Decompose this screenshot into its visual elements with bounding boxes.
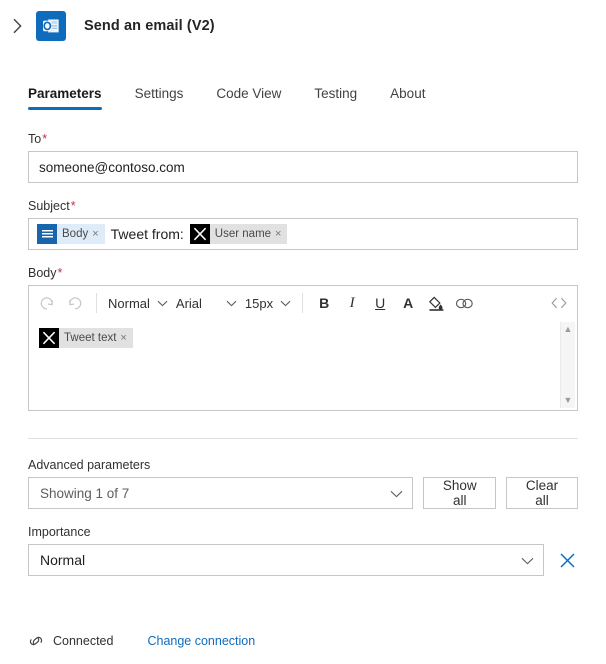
to-label-text: To bbox=[28, 132, 42, 146]
body-label-text: Body bbox=[28, 266, 57, 280]
connection-icon bbox=[28, 634, 44, 648]
body-scrollbar[interactable]: ▲ ▼ bbox=[560, 322, 575, 408]
paragraph-style-select[interactable]: Normal bbox=[104, 290, 172, 316]
subject-static-text: Tweet from: bbox=[110, 226, 184, 242]
token-user-name[interactable]: User name × bbox=[189, 224, 288, 244]
subject-label-text: Subject bbox=[28, 199, 70, 213]
outlook-icon bbox=[36, 11, 66, 41]
rich-text-toolbar: Normal Arial 15px B I U A bbox=[29, 286, 577, 320]
to-input[interactable] bbox=[28, 151, 578, 183]
scroll-up-icon[interactable]: ▲ bbox=[564, 325, 573, 334]
required-asterisk: * bbox=[42, 132, 48, 146]
toolbar-divider bbox=[302, 293, 304, 313]
tab-settings[interactable]: Settings bbox=[135, 86, 184, 110]
undo-button[interactable] bbox=[33, 289, 61, 317]
scroll-down-icon[interactable]: ▼ bbox=[564, 396, 573, 405]
show-all-button[interactable]: Show all bbox=[423, 477, 496, 509]
change-connection-link[interactable]: Change connection bbox=[147, 634, 255, 648]
connection-footer: Connected Change connection bbox=[28, 634, 255, 648]
expand-collapse-button[interactable] bbox=[4, 10, 30, 42]
tab-about[interactable]: About bbox=[390, 86, 425, 110]
undo-icon bbox=[40, 297, 53, 310]
required-asterisk: * bbox=[70, 199, 76, 213]
font-size-select[interactable]: 15px bbox=[241, 290, 295, 316]
font-size-value: 15px bbox=[244, 295, 274, 311]
chevron-right-icon bbox=[12, 18, 22, 34]
token-remove-button[interactable]: × bbox=[120, 328, 132, 348]
token-label: User name bbox=[214, 228, 272, 240]
subject-label: Subject* bbox=[28, 199, 578, 213]
code-brackets-icon bbox=[551, 297, 567, 309]
token-label: Tweet text bbox=[64, 332, 117, 344]
token-body[interactable]: Body × bbox=[37, 224, 105, 244]
italic-button[interactable]: I bbox=[338, 289, 366, 317]
insert-link-button[interactable] bbox=[450, 289, 478, 317]
token-tweet-text[interactable]: Tweet text × bbox=[39, 328, 133, 348]
to-label: To* bbox=[28, 132, 578, 146]
body-content-area[interactable]: Tweet text × ▲ ▼ bbox=[29, 320, 577, 410]
section-divider bbox=[28, 438, 578, 439]
connection-status-text: Connected bbox=[53, 634, 114, 648]
parameters-form: To* Subject* Body × Tweet from: bbox=[0, 132, 606, 576]
advanced-parameters-row: Showing 1 of 7 Show all Clear all bbox=[28, 477, 578, 509]
body-lines-icon bbox=[37, 224, 57, 244]
highlight-button[interactable] bbox=[422, 289, 450, 317]
subject-field-group: Subject* Body × Tweet from: User name × bbox=[28, 199, 578, 250]
importance-group: Importance Normal bbox=[28, 525, 578, 576]
advanced-parameters-group: Advanced parameters Showing 1 of 7 Show … bbox=[28, 458, 578, 509]
advanced-parameters-label: Advanced parameters bbox=[28, 458, 151, 472]
font-family-value: Arial bbox=[175, 295, 202, 311]
subject-input[interactable]: Body × Tweet from: User name × bbox=[28, 218, 578, 250]
token-remove-button[interactable]: × bbox=[92, 224, 104, 244]
rich-text-editor: Normal Arial 15px B I U A Tweet text × ▲… bbox=[28, 285, 578, 411]
importance-row: Normal bbox=[28, 544, 578, 576]
x-twitter-icon bbox=[39, 328, 59, 348]
advanced-parameters-select[interactable]: Showing 1 of 7 bbox=[28, 477, 414, 509]
tab-code-view[interactable]: Code View bbox=[216, 86, 281, 110]
tab-parameters[interactable]: Parameters bbox=[28, 86, 102, 110]
clear-all-button[interactable]: Clear all bbox=[506, 477, 578, 509]
token-remove-button[interactable]: × bbox=[275, 224, 287, 244]
advanced-parameters-value: Showing 1 of 7 bbox=[40, 485, 130, 501]
page-title: Send an email (V2) bbox=[84, 18, 215, 34]
remove-importance-button[interactable] bbox=[556, 549, 578, 571]
bold-button[interactable]: B bbox=[310, 289, 338, 317]
body-field-group: Body* Normal Arial 15px B I U A Tweet te… bbox=[28, 266, 578, 411]
tab-bar: Parameters Settings Code View Testing Ab… bbox=[0, 70, 606, 110]
tab-testing[interactable]: Testing bbox=[314, 86, 357, 110]
underline-button[interactable]: U bbox=[366, 289, 394, 317]
required-asterisk: * bbox=[57, 266, 63, 280]
chevron-down-icon bbox=[157, 300, 168, 307]
body-label: Body* bbox=[28, 266, 578, 280]
x-twitter-icon bbox=[189, 224, 210, 244]
font-color-button[interactable]: A bbox=[394, 289, 422, 317]
chevron-down-icon bbox=[280, 300, 291, 307]
token-label: Body bbox=[62, 228, 89, 240]
importance-value: Normal bbox=[40, 552, 86, 568]
redo-icon bbox=[69, 297, 82, 310]
toolbar-divider bbox=[96, 293, 97, 313]
chevron-down-icon bbox=[390, 486, 403, 501]
highlight-icon bbox=[428, 296, 444, 311]
chevron-down-icon bbox=[226, 300, 237, 307]
paragraph-style-value: Normal bbox=[108, 295, 150, 311]
redo-button[interactable] bbox=[61, 289, 89, 317]
close-icon bbox=[559, 552, 575, 568]
font-family-select[interactable]: Arial bbox=[172, 290, 241, 316]
importance-select[interactable]: Normal bbox=[28, 544, 544, 576]
link-icon bbox=[455, 298, 473, 308]
chevron-down-icon bbox=[521, 553, 534, 568]
importance-label: Importance bbox=[28, 525, 91, 539]
code-view-button[interactable] bbox=[545, 289, 573, 317]
panel-header: Send an email (V2) bbox=[0, 0, 606, 52]
to-field-group: To* bbox=[28, 132, 578, 183]
